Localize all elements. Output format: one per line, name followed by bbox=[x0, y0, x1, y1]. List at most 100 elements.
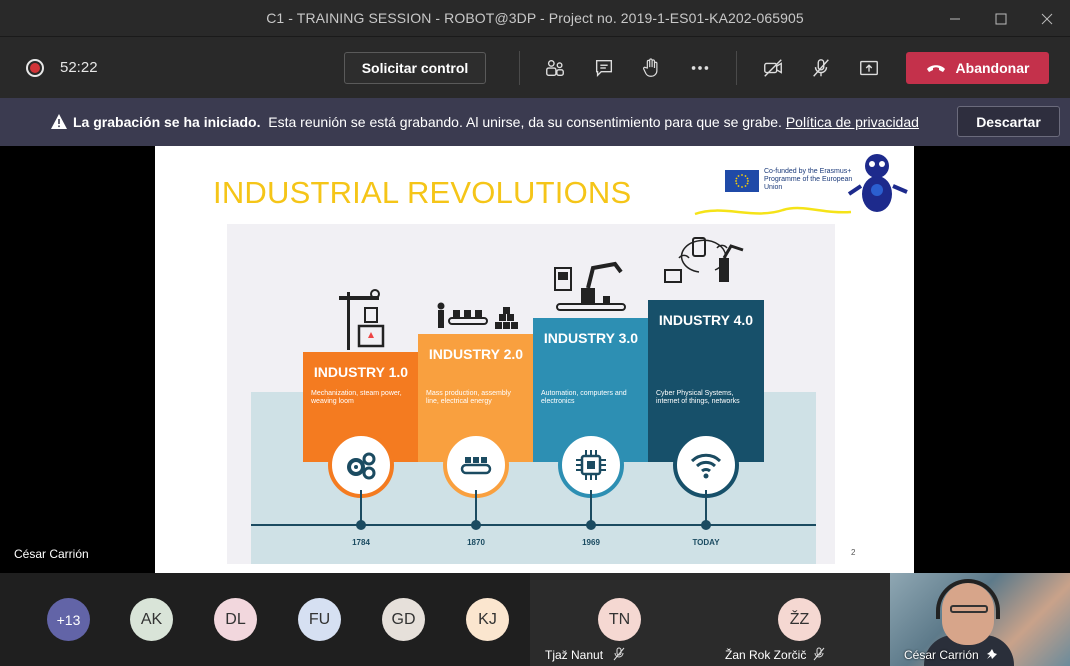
window-title: C1 - TRAINING SESSION - ROBOT@3DP - Proj… bbox=[266, 10, 804, 26]
industry-3-label: INDUSTRY 3.0 bbox=[543, 330, 639, 346]
participant-avatar[interactable]: AK bbox=[130, 598, 173, 641]
recording-banner: La grabación se ha iniciado. Esta reunió… bbox=[0, 98, 1070, 146]
robot-mascot-icon bbox=[847, 154, 908, 212]
smart-factory-icon bbox=[664, 237, 744, 283]
chip-icon bbox=[576, 450, 606, 480]
industry-1-circle bbox=[328, 432, 394, 498]
hang-up-icon bbox=[926, 65, 945, 72]
industry-1-label: INDUSTRY 1.0 bbox=[313, 364, 409, 380]
headset-icon bbox=[936, 579, 1000, 619]
timeline-stem bbox=[475, 490, 477, 522]
chat-button[interactable] bbox=[592, 56, 616, 80]
conveyor-icon bbox=[460, 457, 492, 475]
minimize-button[interactable] bbox=[932, 0, 978, 37]
timeline-axis bbox=[251, 524, 816, 526]
meeting-toolbar: 52:22 Solicitar control Abandonar bbox=[0, 37, 1070, 98]
wifi-icon bbox=[690, 453, 722, 479]
assembly-line-icon bbox=[437, 302, 518, 329]
overflow-participants-button[interactable]: +13 bbox=[47, 598, 90, 641]
year-1870: 1870 bbox=[467, 538, 485, 547]
participant-tile[interactable]: TN Tjaž Nanut bbox=[530, 573, 710, 666]
window-controls bbox=[932, 0, 1070, 37]
participant-avatar[interactable]: FU bbox=[298, 598, 341, 641]
warning-icon bbox=[51, 114, 67, 129]
participants-icon bbox=[546, 59, 564, 77]
industry-2-label: INDUSTRY 2.0 bbox=[428, 346, 524, 362]
mic-toggle-button[interactable] bbox=[809, 56, 833, 80]
robot-arm-icon bbox=[554, 261, 626, 311]
participant-name: Tjaž Nanut bbox=[545, 648, 604, 662]
privacy-policy-link[interactable]: Política de privacidad bbox=[786, 114, 919, 130]
meeting-timer: 52:22 bbox=[60, 59, 98, 76]
toolbar-divider bbox=[519, 51, 520, 85]
industry-2-circle bbox=[443, 432, 509, 498]
eu-cofunded-text: Co-funded by the Erasmus+ Programme of t… bbox=[764, 168, 853, 191]
decorative-swoosh bbox=[694, 206, 852, 216]
industry-4-description: Cyber Physical Systems, internet of thin… bbox=[656, 390, 740, 405]
participant-avatar[interactable]: DL bbox=[214, 598, 257, 641]
request-control-button[interactable]: Solicitar control bbox=[344, 52, 486, 84]
year-1784: 1784 bbox=[352, 538, 370, 547]
timeline-stem bbox=[590, 490, 592, 522]
mic-off-icon bbox=[813, 647, 825, 661]
close-window-button[interactable] bbox=[1024, 0, 1070, 37]
slide-page-number: 2 bbox=[851, 548, 856, 557]
close-icon bbox=[1041, 13, 1053, 24]
participants-bar: +13 AK DL FU GD KJ TN Tjaž Nanut ŽZ Žan … bbox=[0, 573, 1070, 666]
timeline-marker bbox=[356, 520, 366, 530]
banner-message: Esta reunión se está grabando. Al unirse… bbox=[268, 114, 782, 130]
maximize-icon bbox=[995, 13, 1007, 24]
more-icon bbox=[691, 66, 709, 70]
participant-avatar[interactable]: GD bbox=[382, 598, 425, 641]
slide-title: INDUSTRIAL REVOLUTIONS bbox=[213, 175, 632, 210]
steam-engine-icon bbox=[339, 289, 385, 350]
camera-off-icon bbox=[764, 59, 782, 77]
recording-indicator-icon bbox=[26, 59, 44, 77]
timeline-marker bbox=[701, 520, 711, 530]
raise-hand-button[interactable] bbox=[639, 56, 663, 80]
leave-label: Abandonar bbox=[955, 60, 1030, 76]
timeline-stem bbox=[360, 490, 362, 522]
video-participant-name: César Carrión bbox=[904, 648, 979, 662]
banner-bold-text: La grabación se ha iniciado. bbox=[73, 114, 261, 130]
industry-2-description: Mass production, assembly line, electric… bbox=[426, 390, 511, 405]
minimize-icon bbox=[950, 18, 960, 19]
participant-avatar: TN bbox=[598, 598, 641, 641]
industry-1-description: Mechanization, steam power, weaving loom bbox=[311, 390, 402, 405]
industry-3-description: Automation, computers and electronics bbox=[541, 390, 627, 405]
participant-name: Žan Rok Zorčič bbox=[725, 648, 807, 662]
participants-button[interactable] bbox=[543, 56, 567, 80]
mic-off-icon bbox=[813, 59, 829, 77]
gears-icon bbox=[347, 452, 376, 480]
eu-flag-icon bbox=[725, 170, 759, 192]
presentation-slide: INDUSTRIAL REVOLUTIONS Co-funded by the … bbox=[155, 146, 914, 573]
shared-content-stage: INDUSTRIAL REVOLUTIONS Co-funded by the … bbox=[0, 146, 1070, 573]
video-person-glasses bbox=[950, 605, 988, 613]
dismiss-button[interactable]: Descartar bbox=[957, 106, 1060, 137]
camera-toggle-button[interactable] bbox=[761, 56, 785, 80]
pin-icon bbox=[987, 649, 997, 659]
share-screen-button[interactable] bbox=[857, 56, 881, 80]
toolbar-divider bbox=[736, 51, 737, 85]
share-icon bbox=[860, 60, 878, 76]
participant-tile[interactable]: ŽZ Žan Rok Zorčič bbox=[710, 573, 890, 666]
industry-4-label: INDUSTRY 4.0 bbox=[658, 312, 754, 328]
industry-4-circle bbox=[673, 432, 739, 498]
presenter-name: César Carrión bbox=[14, 547, 89, 561]
timeline-marker bbox=[471, 520, 481, 530]
timeline-marker bbox=[586, 520, 596, 530]
participant-video-tile[interactable]: César Carrión bbox=[890, 573, 1070, 666]
year-today: TODAY bbox=[692, 538, 720, 547]
raise-hand-icon bbox=[643, 58, 658, 77]
mic-off-icon bbox=[613, 647, 625, 661]
industrial-revolutions-infographic: INDUSTRY 1.0 Mechanization, steam power,… bbox=[227, 224, 835, 564]
timeline-stem bbox=[705, 490, 707, 522]
more-options-button[interactable] bbox=[688, 56, 712, 80]
chat-icon bbox=[595, 59, 613, 77]
participant-avatar[interactable]: KJ bbox=[466, 598, 509, 641]
year-1969: 1969 bbox=[582, 538, 600, 547]
participant-avatar: ŽZ bbox=[778, 598, 821, 641]
industry-3-circle bbox=[558, 432, 624, 498]
maximize-button[interactable] bbox=[978, 0, 1024, 37]
leave-meeting-button[interactable]: Abandonar bbox=[906, 52, 1049, 84]
